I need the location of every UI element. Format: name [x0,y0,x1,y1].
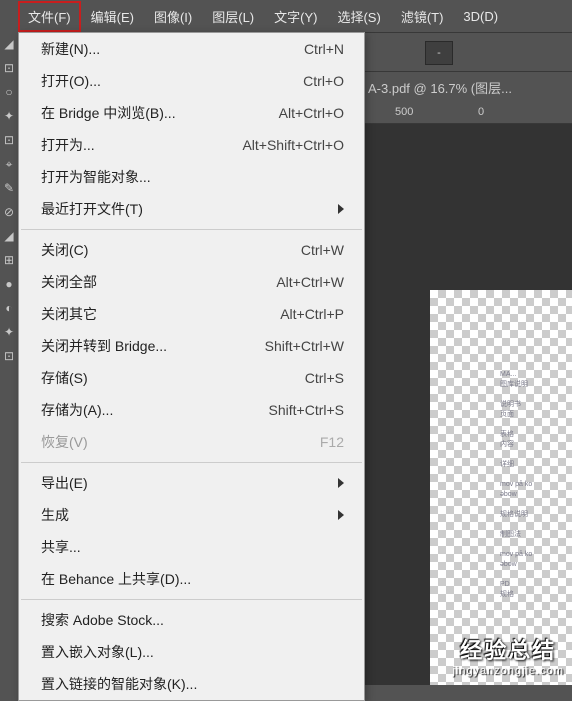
tool-icon[interactable]: ⊘ [0,200,18,224]
chevron-right-icon [338,510,344,520]
menu-item[interactable]: 最近打开文件(T) [19,193,364,225]
menu-item-shortcut: F12 [320,434,344,450]
toolbar-dropdown[interactable]: - [425,41,453,65]
menu-item-shortcut: Alt+Ctrl+W [276,274,344,290]
canvas-document-content: MA...图库说明说明书页面表格内容详细mov på koəbow规格说明制图法… [500,370,572,650]
menu-item-shortcut: Shift+Ctrl+W [265,338,344,354]
tool-icon[interactable]: ● [0,272,18,296]
menu-item-shortcut: Alt+Shift+Ctrl+O [242,137,344,153]
menu-item[interactable]: 关闭(C) Ctrl+W [19,234,364,266]
menu-item: 恢复(V) F12 [19,426,364,458]
menu-item-shortcut: Ctrl+S [305,370,344,386]
menu-item[interactable]: 生成 [19,499,364,531]
tool-icon[interactable]: ⊡ [0,344,18,368]
tool-icon[interactable]: ○ [0,80,18,104]
tool-icon[interactable]: ◢ [0,224,18,248]
menubar-item[interactable]: 滤镜(T) [391,1,454,32]
menu-separator [21,599,362,600]
menu-item-shortcut: Alt+Ctrl+P [280,306,344,322]
menubar-item[interactable]: 图层(L) [202,1,264,32]
menu-item-label: 关闭(C) [41,240,281,260]
menu-separator [21,462,362,463]
menu-item[interactable]: 打开为... Alt+Shift+Ctrl+O [19,129,364,161]
menu-item-label: 恢复(V) [41,432,300,452]
menu-item-shortcut: Ctrl+N [304,41,344,57]
chevron-right-icon [338,478,344,488]
chevron-right-icon [338,204,344,214]
tool-icon[interactable]: ◢ [0,32,18,56]
menu-item[interactable]: 关闭全部 Alt+Ctrl+W [19,266,364,298]
menu-item-label: 在 Behance 上共享(D)... [41,569,344,589]
menubar-item[interactable]: 3D(D) [453,3,508,30]
menu-item-shortcut: Ctrl+O [303,73,344,89]
watermark-url: jingyanzongjie.com [452,665,564,677]
tool-icon[interactable]: ⌖ [0,152,18,176]
menu-item-label: 存储为(A)... [41,400,249,420]
menu-item-label: 搜索 Adobe Stock... [41,610,344,630]
tool-icon[interactable]: ✦ [0,320,18,344]
menu-item[interactable]: 新建(N)... Ctrl+N [19,33,364,65]
menu-item-label: 在 Bridge 中浏览(B)... [41,103,259,123]
menubar-item[interactable]: 文件(F) [18,1,81,32]
menu-item[interactable]: 存储为(A)... Shift+Ctrl+S [19,394,364,426]
menu-item-shortcut: Shift+Ctrl+S [269,402,344,418]
tool-icon[interactable]: ⊞ [0,248,18,272]
tool-palette: ◢ ⊡ ○ ✦ ⊡ ⌖ ✎ ⊘ ◢ ⊞ ● ◐ ✦ ⊡ [0,32,18,685]
menu-item[interactable]: 关闭其它 Alt+Ctrl+P [19,298,364,330]
tool-icon[interactable]: ✎ [0,176,18,200]
menu-item-label: 置入链接的智能对象(K)... [41,674,344,694]
menu-item-label: 生成 [41,505,328,525]
menubar-item[interactable]: 文字(Y) [264,1,327,32]
menu-item-label: 关闭其它 [41,304,260,324]
menu-item[interactable]: 在 Behance 上共享(D)... [19,563,364,595]
menu-separator [21,229,362,230]
tool-icon[interactable]: ✦ [0,104,18,128]
watermark-title: 经验总结 [452,633,564,665]
menu-item-label: 存储(S) [41,368,285,388]
menu-item-label: 导出(E) [41,473,328,493]
ruler-mark: 0 [478,106,484,118]
menu-item-label: 关闭全部 [41,272,256,292]
menubar: 文件(F)编辑(E)图像(I)图层(L)文字(Y)选择(S)滤镜(T)3D(D) [0,0,572,32]
menu-item-label: 打开(O)... [41,71,283,91]
menu-item[interactable]: 置入链接的智能对象(K)... [19,668,364,700]
menu-item-label: 置入嵌入对象(L)... [41,642,344,662]
document-tab[interactable]: A-3.pdf @ 16.7% (图层... [368,78,512,97]
menu-item[interactable]: 置入嵌入对象(L)... [19,636,364,668]
menu-item-shortcut: Ctrl+W [301,242,344,258]
menu-item-label: 打开为智能对象... [41,167,344,187]
menu-item[interactable]: 共享... [19,531,364,563]
menubar-item[interactable]: 图像(I) [144,1,202,32]
file-menu-dropdown: 新建(N)... Ctrl+N 打开(O)... Ctrl+O 在 Bridge 中浏览… [18,32,365,701]
menu-item-label: 关闭并转到 Bridge... [41,336,245,356]
tool-icon[interactable]: ◐ [0,296,18,320]
ruler-mark: 500 [395,106,413,118]
menu-item-label: 最近打开文件(T) [41,199,328,219]
menu-item[interactable]: 打开(O)... Ctrl+O [19,65,364,97]
menu-item[interactable]: 搜索 Adobe Stock... [19,604,364,636]
menu-item[interactable]: 存储(S) Ctrl+S [19,362,364,394]
menu-item-label: 新建(N)... [41,39,284,59]
menu-item[interactable]: 关闭并转到 Bridge... Shift+Ctrl+W [19,330,364,362]
menu-item-label: 共享... [41,537,344,557]
menubar-item[interactable]: 选择(S) [327,1,390,32]
menubar-item[interactable]: 编辑(E) [81,1,144,32]
menu-item-label: 打开为... [41,135,222,155]
watermark: 经验总结 jingyanzongjie.com [452,633,564,677]
menu-item[interactable]: 打开为智能对象... [19,161,364,193]
menu-item-shortcut: Alt+Ctrl+O [279,105,344,121]
tool-icon[interactable]: ⊡ [0,128,18,152]
tool-icon[interactable]: ⊡ [0,56,18,80]
menu-item[interactable]: 导出(E) [19,467,364,499]
menu-item[interactable]: 在 Bridge 中浏览(B)... Alt+Ctrl+O [19,97,364,129]
